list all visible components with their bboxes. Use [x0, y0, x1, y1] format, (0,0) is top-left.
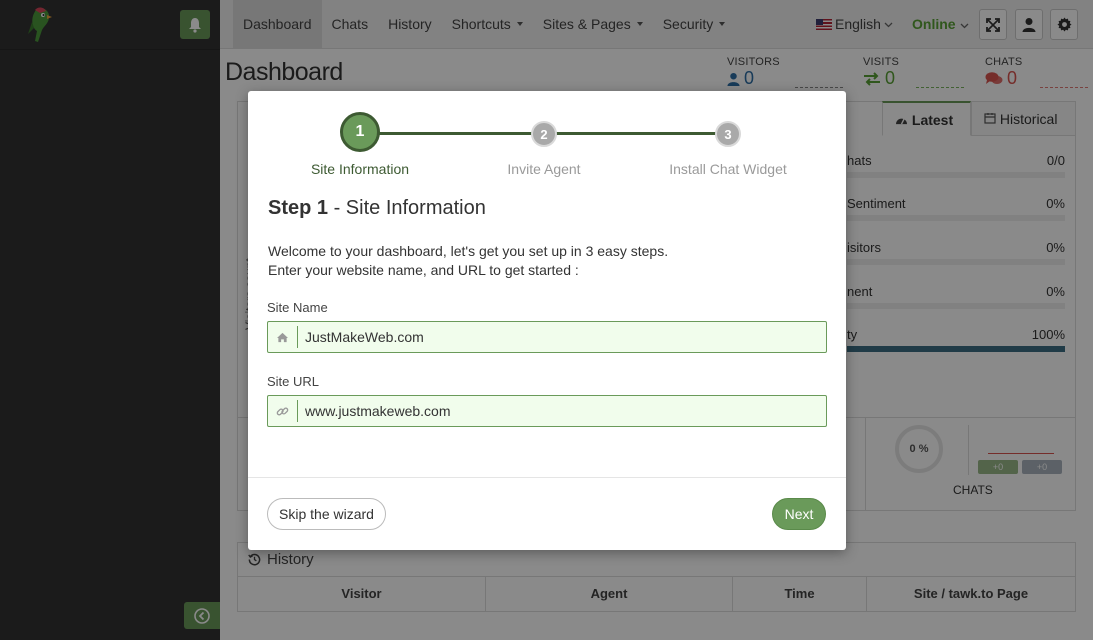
site-name-label: Site Name — [267, 300, 328, 315]
site-name-input[interactable] — [298, 329, 818, 345]
wizard-title-text: - Site Information — [328, 197, 486, 219]
site-url-field — [267, 395, 827, 427]
step-3-label: Install Chat Widget — [669, 161, 787, 177]
step-2-label: Invite Agent — [507, 161, 581, 177]
site-url-input[interactable] — [298, 403, 818, 419]
step-3-indicator: 3 — [715, 121, 741, 147]
home-icon — [277, 332, 288, 342]
next-button[interactable]: Next — [772, 498, 826, 530]
site-name-addon — [268, 326, 298, 348]
step-2-indicator: 2 — [531, 121, 557, 147]
wizard-title: Step 1 - Site Information — [268, 197, 486, 220]
wizard-stepper: 1 2 3 Site Information Invite Agent Inst… — [248, 91, 846, 191]
modal-footer-divider — [248, 477, 846, 478]
skip-wizard-button[interactable]: Skip the wizard — [267, 498, 386, 530]
setup-wizard-modal: 1 2 3 Site Information Invite Agent Inst… — [248, 91, 846, 550]
site-url-addon — [268, 400, 298, 422]
wizard-intro: Welcome to your dashboard, let's get you… — [268, 242, 668, 280]
intro-line: Enter your website name, and URL to get … — [268, 262, 579, 278]
step-1-indicator: 1 — [340, 112, 380, 152]
wizard-title-step: Step 1 — [268, 197, 329, 219]
site-name-field — [267, 321, 827, 353]
link-icon — [276, 407, 289, 415]
intro-line: Welcome to your dashboard, let's get you… — [268, 243, 669, 259]
step-1-label: Site Information — [310, 161, 410, 177]
site-url-label: Site URL — [267, 374, 320, 389]
